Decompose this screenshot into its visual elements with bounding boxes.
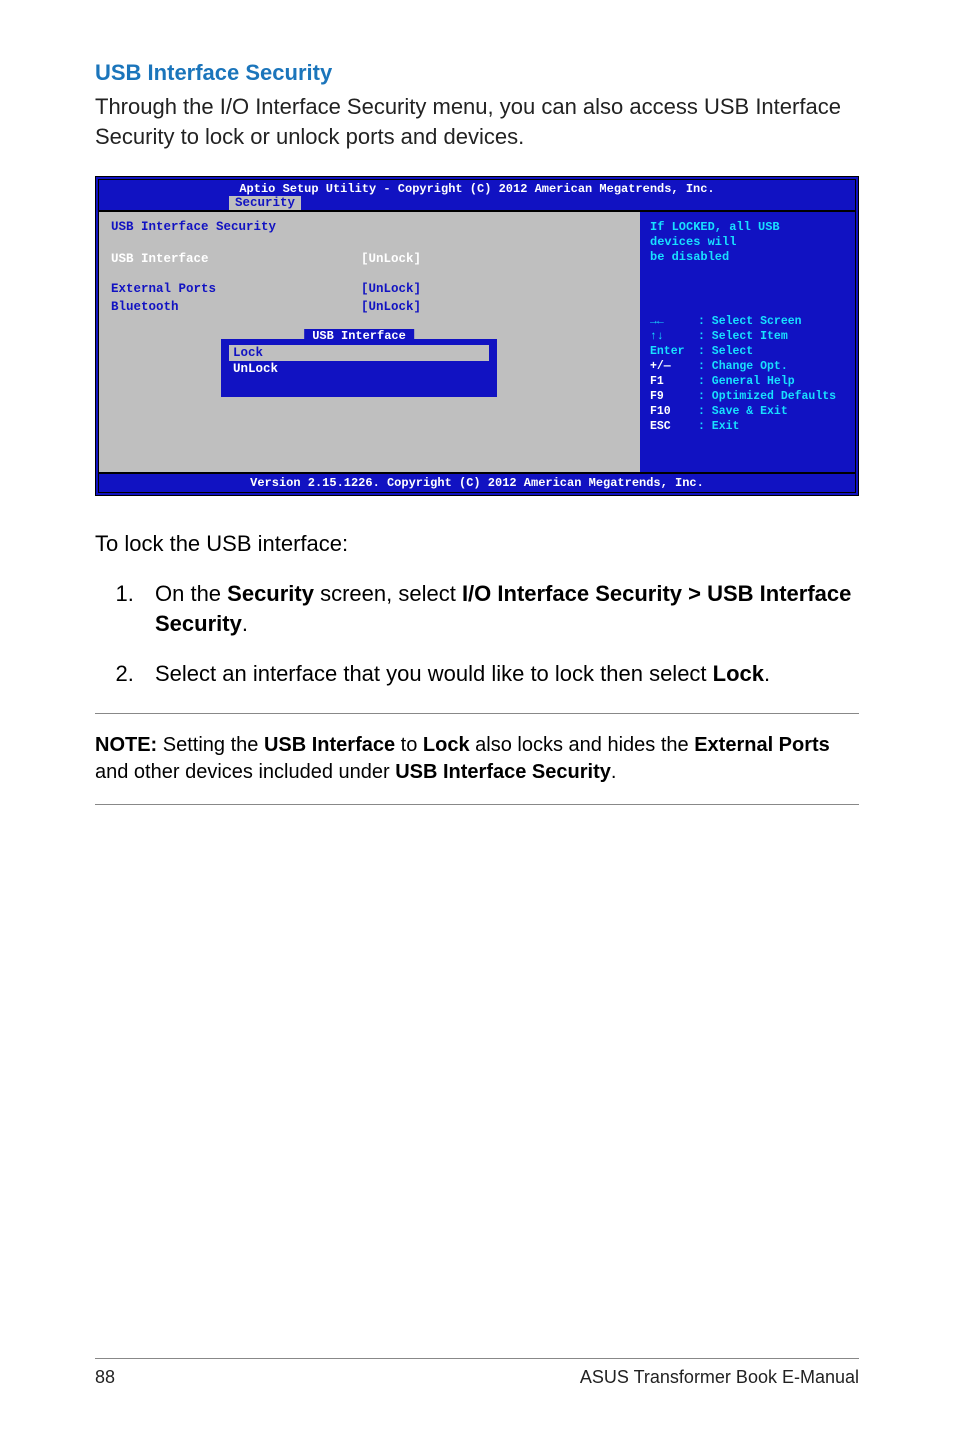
nav-row: F9: Optimized Defaults xyxy=(650,390,845,405)
nav-key: →← xyxy=(650,315,698,330)
bold: USB Interface xyxy=(264,734,395,756)
bios-row-label: USB Interface xyxy=(111,252,361,266)
text: and other devices included under xyxy=(95,761,395,783)
bios-nav-keys: →←: Select Screen ↑↓: Select Item Enter:… xyxy=(650,315,845,435)
nav-desc: : Select Screen xyxy=(698,315,802,330)
section-description: Through the I/O Interface Security menu,… xyxy=(95,92,859,151)
text: On the xyxy=(155,581,227,606)
nav-desc: : Select Item xyxy=(698,330,788,345)
section-heading: USB Interface Security xyxy=(95,60,859,86)
text: also locks and hides the xyxy=(470,734,695,756)
bios-popup-item-unlock[interactable]: UnLock xyxy=(229,361,489,377)
nav-desc: : General Help xyxy=(698,375,795,390)
bios-panel-title: USB Interface Security xyxy=(111,220,628,234)
note-box: NOTE: Setting the USB Interface to Lock … xyxy=(95,713,859,805)
nav-row: ESC: Exit xyxy=(650,420,845,435)
bios-row-value: [UnLock] xyxy=(361,252,421,266)
help-line: devices will xyxy=(650,235,845,250)
nav-desc: : Change Opt. xyxy=(698,360,788,375)
step-1: On the Security screen, select I/O Inter… xyxy=(140,579,859,638)
bios-popup-item-lock[interactable]: Lock xyxy=(229,345,489,361)
bios-footer: Version 2.15.1226. Copyright (C) 2012 Am… xyxy=(99,472,855,492)
bold: USB Interface Security xyxy=(395,761,611,783)
nav-key: F1 xyxy=(650,375,698,390)
nav-key: F9 xyxy=(650,390,698,405)
manual-title: ASUS Transformer Book E-Manual xyxy=(580,1367,859,1388)
bios-main-area: USB Interface Security USB Interface [Un… xyxy=(99,210,855,472)
bios-row-value: [UnLock] xyxy=(361,282,421,296)
nav-key: Enter xyxy=(650,345,698,360)
text: screen, select xyxy=(314,581,462,606)
text: to xyxy=(395,734,423,756)
instruction-lead: To lock the USB interface: xyxy=(95,531,859,557)
nav-row: +/—: Change Opt. xyxy=(650,360,845,375)
bold: External Ports xyxy=(694,734,830,756)
nav-row: →←: Select Screen xyxy=(650,315,845,330)
nav-desc: : Optimized Defaults xyxy=(698,390,836,405)
spacer xyxy=(111,270,628,282)
bios-row-value: [UnLock] xyxy=(361,300,421,314)
bios-header: Aptio Setup Utility - Copyright (C) 2012… xyxy=(99,180,855,196)
nav-row: F1: General Help xyxy=(650,375,845,390)
bios-right-panel: If LOCKED, all USB devices will be disab… xyxy=(640,212,855,472)
page-footer: 88 ASUS Transformer Book E-Manual xyxy=(95,1358,859,1388)
text: Setting the xyxy=(157,734,264,756)
bold-security: Security xyxy=(227,581,314,606)
text: . xyxy=(611,761,617,783)
bios-row-bluetooth[interactable]: Bluetooth [UnLock] xyxy=(111,300,628,314)
nav-row: F10: Save & Exit xyxy=(650,405,845,420)
bios-tab-row: Security xyxy=(99,196,855,210)
bios-popup-usb-interface: USB Interface Lock UnLock xyxy=(219,337,499,399)
note-label: NOTE: xyxy=(95,734,157,756)
steps-list: On the Security screen, select I/O Inter… xyxy=(95,579,859,688)
help-line: If LOCKED, all USB xyxy=(650,220,845,235)
bios-screenshot: Aptio Setup Utility - Copyright (C) 2012… xyxy=(95,176,859,496)
text: Select an interface that you would like … xyxy=(155,661,713,686)
nav-key: ESC xyxy=(650,420,698,435)
bios-row-label: Bluetooth xyxy=(111,300,361,314)
help-line: be disabled xyxy=(650,250,845,265)
nav-key: +/— xyxy=(650,360,698,375)
bios-row-usb-interface[interactable]: USB Interface [UnLock] xyxy=(111,252,628,266)
bios-row-label: External Ports xyxy=(111,282,361,296)
bold-lock: Lock xyxy=(713,661,764,686)
bios-security-tab[interactable]: Security xyxy=(229,196,301,210)
nav-desc: : Save & Exit xyxy=(698,405,788,420)
bios-context-help: If LOCKED, all USB devices will be disab… xyxy=(650,220,845,265)
bios-left-panel: USB Interface Security USB Interface [Un… xyxy=(99,212,640,472)
nav-key: ↑↓ xyxy=(650,330,698,345)
nav-desc: : Exit xyxy=(698,420,739,435)
bios-popup-title: USB Interface xyxy=(304,329,414,343)
nav-desc: : Select xyxy=(698,345,753,360)
text: . xyxy=(764,661,770,686)
page-number: 88 xyxy=(95,1367,115,1388)
text: . xyxy=(242,611,248,636)
bios-row-external-ports[interactable]: External Ports [UnLock] xyxy=(111,282,628,296)
nav-row: Enter: Select xyxy=(650,345,845,360)
step-2: Select an interface that you would like … xyxy=(140,659,859,689)
nav-key: F10 xyxy=(650,405,698,420)
nav-row: ↑↓: Select Item xyxy=(650,330,845,345)
bold: Lock xyxy=(423,734,470,756)
